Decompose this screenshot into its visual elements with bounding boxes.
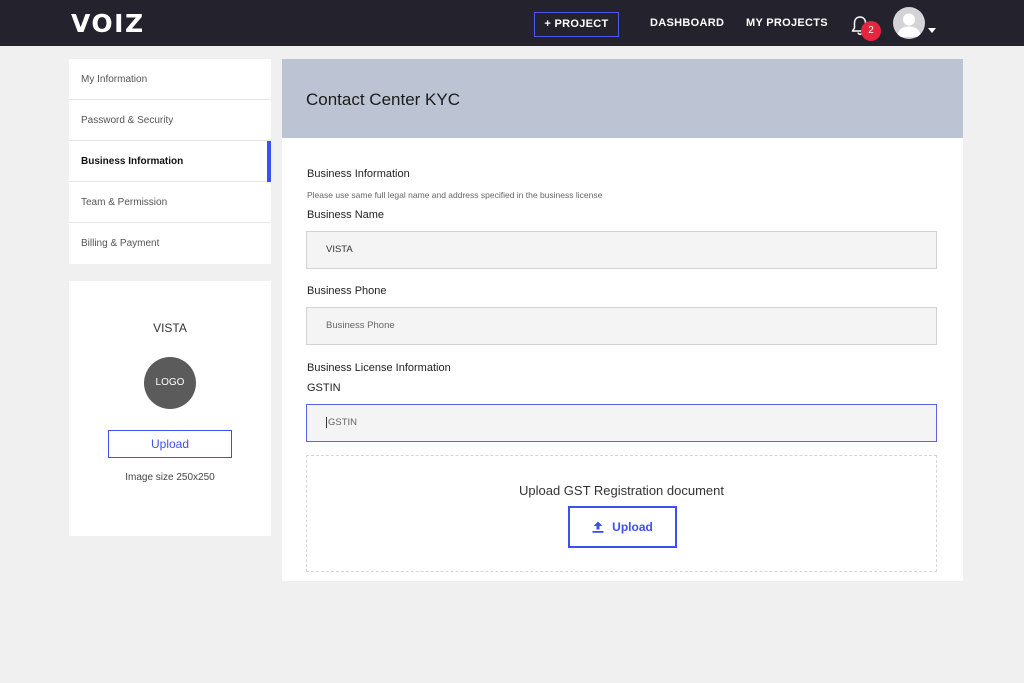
company-logo-placeholder: LOGO bbox=[144, 357, 196, 409]
business-name-label: Business Name bbox=[307, 209, 385, 221]
nav-dashboard-link[interactable]: DASHBOARD bbox=[650, 17, 724, 29]
logo-upload-button[interactable]: Upload bbox=[108, 430, 232, 458]
business-name-input[interactable]: VISTA bbox=[306, 231, 937, 269]
gstin-input[interactable]: GSTIN bbox=[306, 404, 937, 442]
image-size-note: Image size 250x250 bbox=[125, 472, 215, 483]
nav-my-projects-link[interactable]: MY PROJECTS bbox=[746, 17, 828, 29]
gstin-placeholder: GSTIN bbox=[328, 417, 358, 428]
gstin-label: GSTIN bbox=[307, 382, 341, 394]
page-title: Contact Center KYC bbox=[306, 90, 461, 109]
business-information-heading: Business Information bbox=[307, 168, 410, 180]
kyc-panel-header: Contact Center KYC bbox=[282, 59, 963, 138]
settings-sidebar-menu: My Information Password & Security Busin… bbox=[69, 59, 271, 264]
gst-upload-label: Upload bbox=[612, 520, 653, 534]
new-project-button[interactable]: + PROJECT bbox=[534, 12, 619, 37]
business-license-heading: Business License Information bbox=[307, 362, 451, 374]
business-phone-input[interactable]: Business Phone bbox=[306, 307, 937, 345]
business-phone-label: Business Phone bbox=[307, 285, 387, 297]
sidebar-item-password-security[interactable]: Password & Security bbox=[69, 100, 271, 141]
top-nav-bar: VOIZ + PROJECT DASHBOARD MY PROJECTS 2 bbox=[0, 0, 1024, 46]
sidebar-item-my-information[interactable]: My Information bbox=[69, 59, 271, 100]
app-logo[interactable]: VOIZ bbox=[71, 9, 145, 38]
business-information-note: Please use same full legal name and addr… bbox=[307, 190, 603, 200]
chevron-down-icon[interactable] bbox=[928, 28, 936, 33]
kyc-panel: Contact Center KYC Business Information … bbox=[282, 59, 963, 581]
sidebar-item-team-permission[interactable]: Team & Permission bbox=[69, 182, 271, 223]
text-cursor bbox=[326, 416, 327, 428]
company-logo-card: VISTA LOGO Upload Image size 250x250 bbox=[69, 281, 271, 536]
upload-icon bbox=[592, 521, 604, 533]
gst-document-dropzone[interactable]: Upload GST Registration document Upload bbox=[306, 455, 937, 572]
user-avatar[interactable] bbox=[893, 7, 925, 39]
company-name: VISTA bbox=[153, 321, 187, 335]
gst-upload-button[interactable]: Upload bbox=[568, 506, 677, 548]
sidebar-item-billing-payment[interactable]: Billing & Payment bbox=[69, 223, 271, 264]
notification-count-badge: 2 bbox=[861, 21, 881, 41]
sidebar-item-business-information[interactable]: Business Information bbox=[69, 141, 271, 182]
upload-prompt: Upload GST Registration document bbox=[519, 483, 724, 498]
